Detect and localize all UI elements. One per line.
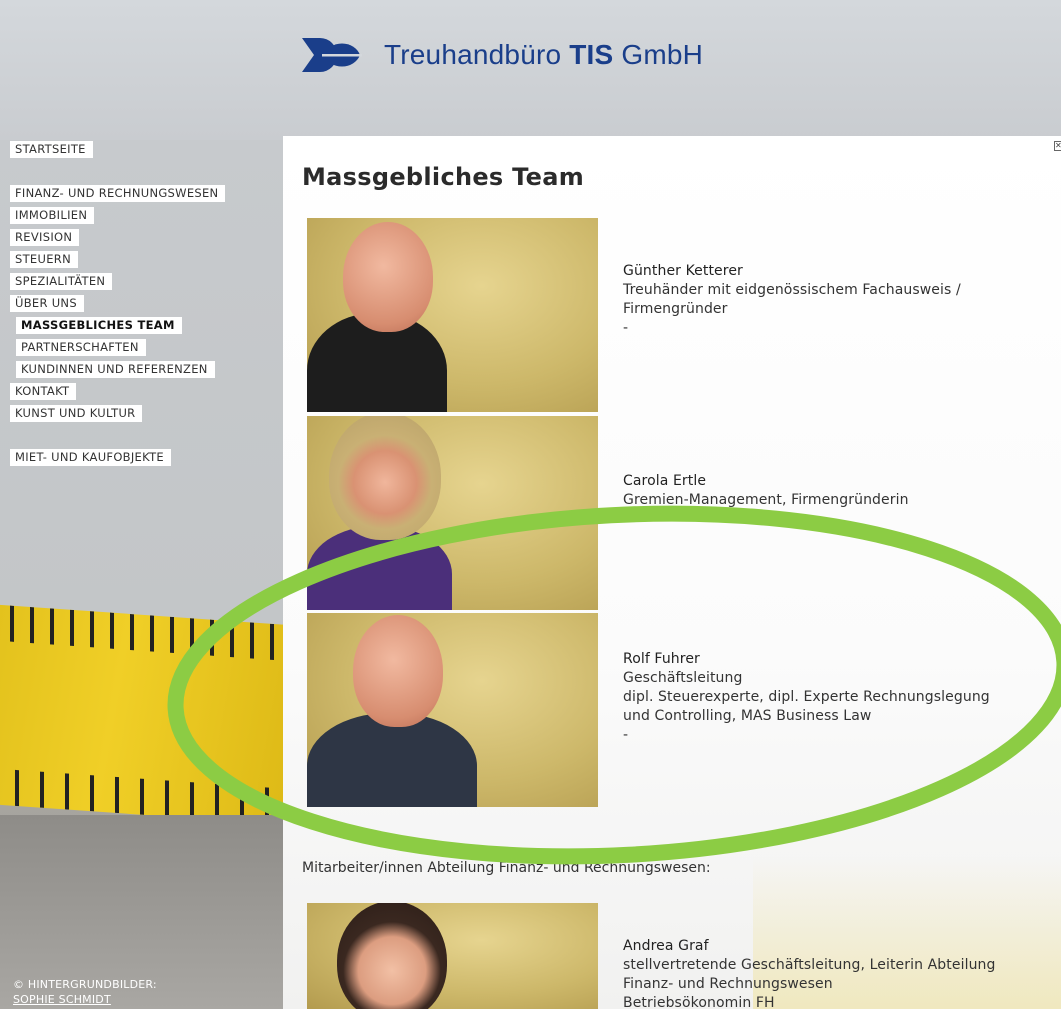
team-member-carola-ertle: Carola Ertle Gremien-Management, Firmeng…	[623, 473, 909, 527]
credits-author-link[interactable]: SOPHIE SCHMIDT	[13, 992, 157, 1007]
nav-item-ueber-uns[interactable]: ÜBER UNS	[10, 292, 225, 314]
nav-item-startseite[interactable]: STARTSEITE	[10, 138, 225, 160]
background-credits: © HINTERGRUNDBILDER: SOPHIE SCHMIDT	[13, 978, 157, 1007]
nav-item-steuern[interactable]: STEUERN	[10, 248, 225, 270]
photo-andrea-graf	[307, 903, 598, 1009]
nav-item-massgebliches-team[interactable]: MASSGEBLICHES TEAM	[10, 314, 225, 336]
member-name: Carola Ertle	[623, 473, 707, 489]
team-member-rolf-fuhrer: Rolf Fuhrer Geschäftsleitung dipl. Steue…	[623, 651, 990, 743]
photo-rolf-fuhrer	[307, 613, 598, 807]
member-name: Rolf Fuhrer	[623, 651, 700, 667]
member-name: Andrea Graf	[623, 938, 709, 954]
brand-name[interactable]: Treuhandbüro TIS GmbH	[384, 39, 703, 71]
nav-item-immobilien[interactable]: IMMOBILIEN	[10, 204, 225, 226]
team-member-guenther-ketterer: Günther Ketterer Treuhänder mit eidgenös…	[623, 263, 961, 336]
nav-item-partnerschaften[interactable]: PARTNERSCHAFTEN	[10, 336, 225, 358]
background-measuring-tape	[0, 604, 290, 826]
nav-item-revision[interactable]: REVISION	[10, 226, 225, 248]
close-icon[interactable]: ✕	[1054, 141, 1061, 151]
tis-logo-icon[interactable]	[300, 34, 362, 76]
site-header: Treuhandbüro TIS GmbH	[300, 30, 703, 80]
main-navigation: STARTSEITE FINANZ- UND RECHNUNGSWESEN IM…	[10, 138, 226, 468]
photo-guenther-ketterer	[307, 218, 598, 412]
staff-member-andrea-graf: Andrea Graf stellvertretende Geschäftsle…	[623, 938, 996, 1009]
member-name: Günther Ketterer	[623, 263, 743, 279]
nav-item-kunst[interactable]: KUNST UND KULTUR	[10, 402, 225, 424]
photo-carola-ertle	[307, 416, 598, 610]
section-label-finanz-staff: Mitarbeiter/innen Abteilung Finanz- und …	[302, 860, 711, 876]
nav-item-spezialitaeten[interactable]: SPEZIALITÄTEN	[10, 270, 225, 292]
page-title: Massgebliches Team	[302, 163, 585, 191]
nav-item-kontakt[interactable]: KONTAKT	[10, 380, 225, 402]
nav-item-kundinnen[interactable]: KUNDINNEN UND REFERENZEN	[10, 358, 225, 380]
nav-item-finanz[interactable]: FINANZ- UND RECHNUNGSWESEN	[10, 182, 226, 204]
nav-item-miet-kaufobjekte[interactable]: MIET- UND KAUFOBJEKTE	[10, 446, 225, 468]
